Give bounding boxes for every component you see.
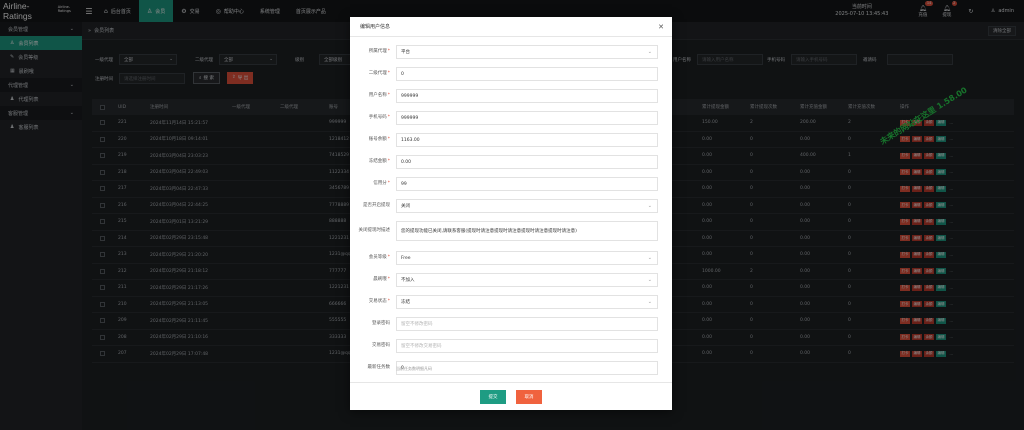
field-value: 您的提现功能已关闭,请联系客服(提现时请注意提现时请注意提现时请注意提现时请注意… [401, 229, 577, 234]
submit-button[interactable]: 提交 [480, 389, 506, 404]
field-value: 留空不修改密码 [401, 322, 433, 327]
input-field[interactable]: 留空不修改密码 [396, 317, 658, 331]
form-label-text: 登录密码 [372, 321, 390, 326]
form-label-text: 会员等级 [368, 255, 387, 260]
form-row: 晨刷哦* 不加入 ⌄ [350, 273, 672, 287]
field-value: 999999 [401, 115, 419, 121]
chevron-down-icon: ⌄ [647, 255, 652, 261]
form-label: 交易密码 [350, 343, 392, 349]
field-value: 0 [401, 71, 404, 77]
required-marker: * [387, 299, 390, 304]
field-value: 留空不修改交易密码 [401, 344, 442, 349]
select-field[interactable]: 冻结 ⌄ [396, 295, 658, 309]
required-marker: * [387, 277, 390, 282]
select-field[interactable]: 关闭 ⌄ [396, 199, 658, 213]
modal-title: 编辑用户信息 [360, 24, 391, 30]
form-label-text: 冻结金额 [368, 159, 387, 164]
form-label-text: 二级代理 [368, 71, 387, 76]
form-row: 账号余额* 1163.00 [350, 133, 672, 147]
select-field[interactable]: 平台 ⌄ [396, 45, 658, 59]
form-row: 交易密码 留空不修改交易密码 [350, 339, 672, 353]
required-marker: * [387, 159, 390, 164]
task-hint: 当前任务数明细凡码 [396, 366, 432, 371]
required-marker: * [387, 255, 390, 260]
field-value: 99 [401, 181, 407, 187]
required-marker: * [387, 93, 390, 98]
form-row: 手机号码* 999999 [350, 111, 672, 125]
input-field[interactable]: 99 [396, 177, 658, 191]
form-label-text: 交易密码 [372, 343, 390, 348]
required-marker: * [387, 115, 390, 120]
input-field[interactable]: 0.00 [396, 155, 658, 169]
form-label: 所属代理* [350, 49, 392, 55]
form-row: 关闭提现时描述 您的提现功能已关闭,请联系客服(提现时请注意提现时请注意提现时请注… [350, 221, 672, 241]
chevron-down-icon: ⌄ [647, 49, 652, 55]
input-field[interactable]: 1163.00 [396, 133, 658, 147]
field-value: 冻结 [401, 300, 410, 305]
chevron-down-icon: ⌄ [647, 203, 652, 209]
form-label: 手机号码* [350, 115, 392, 121]
field-value: 0.00 [401, 159, 412, 165]
select-field[interactable]: Free ⌄ [396, 251, 658, 265]
form-label: 账号余额* [350, 137, 392, 143]
form-label-text: 手机号码 [368, 115, 387, 120]
form-label: 用户名称* [350, 93, 392, 99]
input-field[interactable]: 999999 [396, 89, 658, 103]
form-label-text: 晨刷哦 [373, 277, 387, 282]
form-label: 交易状态* [350, 299, 392, 305]
form-label-text: 最新任务数 [367, 365, 391, 370]
form-row: 交易状态* 冻结 ⌄ [350, 295, 672, 309]
form-label: 会员等级* [350, 255, 392, 261]
form-label-text: 关闭提现时描述 [358, 228, 391, 233]
field-value: 关闭 [401, 204, 410, 209]
form-label-text: 所属代理 [368, 49, 387, 54]
form-row: 用户名称* 999999 [350, 89, 672, 103]
field-value: 999999 [401, 93, 419, 99]
form-label-text: 用户名称 [368, 93, 387, 98]
form-label: 二级代理* [350, 71, 392, 77]
form-row: 登录密码 留空不修改密码 [350, 317, 672, 331]
form-label: 关闭提现时描述 [350, 228, 392, 234]
form-label: 登录密码 [350, 321, 392, 327]
form-label-text: 是否开启提现 [363, 203, 390, 208]
form-label: 是否开启提现 [350, 203, 392, 209]
form-row: 信用分* 99 [350, 177, 672, 191]
form-label: 冻结金额* [350, 159, 392, 165]
field-value: 不加入 [401, 278, 415, 283]
modal-header: 编辑用户信息 ✕ [350, 17, 672, 37]
input-field[interactable]: 您的提现功能已关闭,请联系客服(提现时请注意提现时请注意提现时请注意提现时请注意… [396, 221, 658, 241]
input-field[interactable]: 0 [396, 361, 658, 375]
form-label: 最新任务数 [350, 365, 392, 371]
form-row: 是否开启提现 关闭 ⌄ [350, 199, 672, 213]
form-row: 会员等级* Free ⌄ [350, 251, 672, 265]
form-row: 冻结金额* 0.00 [350, 155, 672, 169]
form-row: 二级代理* 0 [350, 67, 672, 81]
select-field[interactable]: 不加入 ⌄ [396, 273, 658, 287]
required-marker: * [387, 181, 390, 186]
edit-user-modal: 编辑用户信息 ✕ 所属代理* 平台 ⌄ 二级代理* 0 用户名称* 999999 手机号码* 9… [350, 17, 672, 410]
required-marker: * [387, 71, 390, 76]
input-field[interactable]: 999999 [396, 111, 658, 125]
form-label-text: 交易状态 [368, 299, 387, 304]
form-row: 所属代理* 平台 ⌄ [350, 45, 672, 59]
field-value: 1163.00 [401, 137, 420, 143]
form-label-text: 信用分 [373, 181, 387, 186]
required-marker: * [387, 49, 390, 54]
modal-footer: 提交 取消 [350, 382, 672, 410]
field-value: Free [401, 255, 411, 261]
cancel-button[interactable]: 取消 [516, 389, 542, 404]
form-label: 信用分* [350, 181, 392, 187]
input-field[interactable]: 0 [396, 67, 658, 81]
chevron-down-icon: ⌄ [647, 299, 652, 305]
input-field[interactable]: 留空不修改交易密码 [396, 339, 658, 353]
required-marker: * [387, 137, 390, 142]
form-label: 晨刷哦* [350, 277, 392, 283]
field-value: 平台 [401, 50, 410, 55]
chevron-down-icon: ⌄ [647, 277, 652, 283]
close-icon[interactable]: ✕ [658, 23, 664, 31]
form-label-text: 账号余额 [368, 137, 387, 142]
